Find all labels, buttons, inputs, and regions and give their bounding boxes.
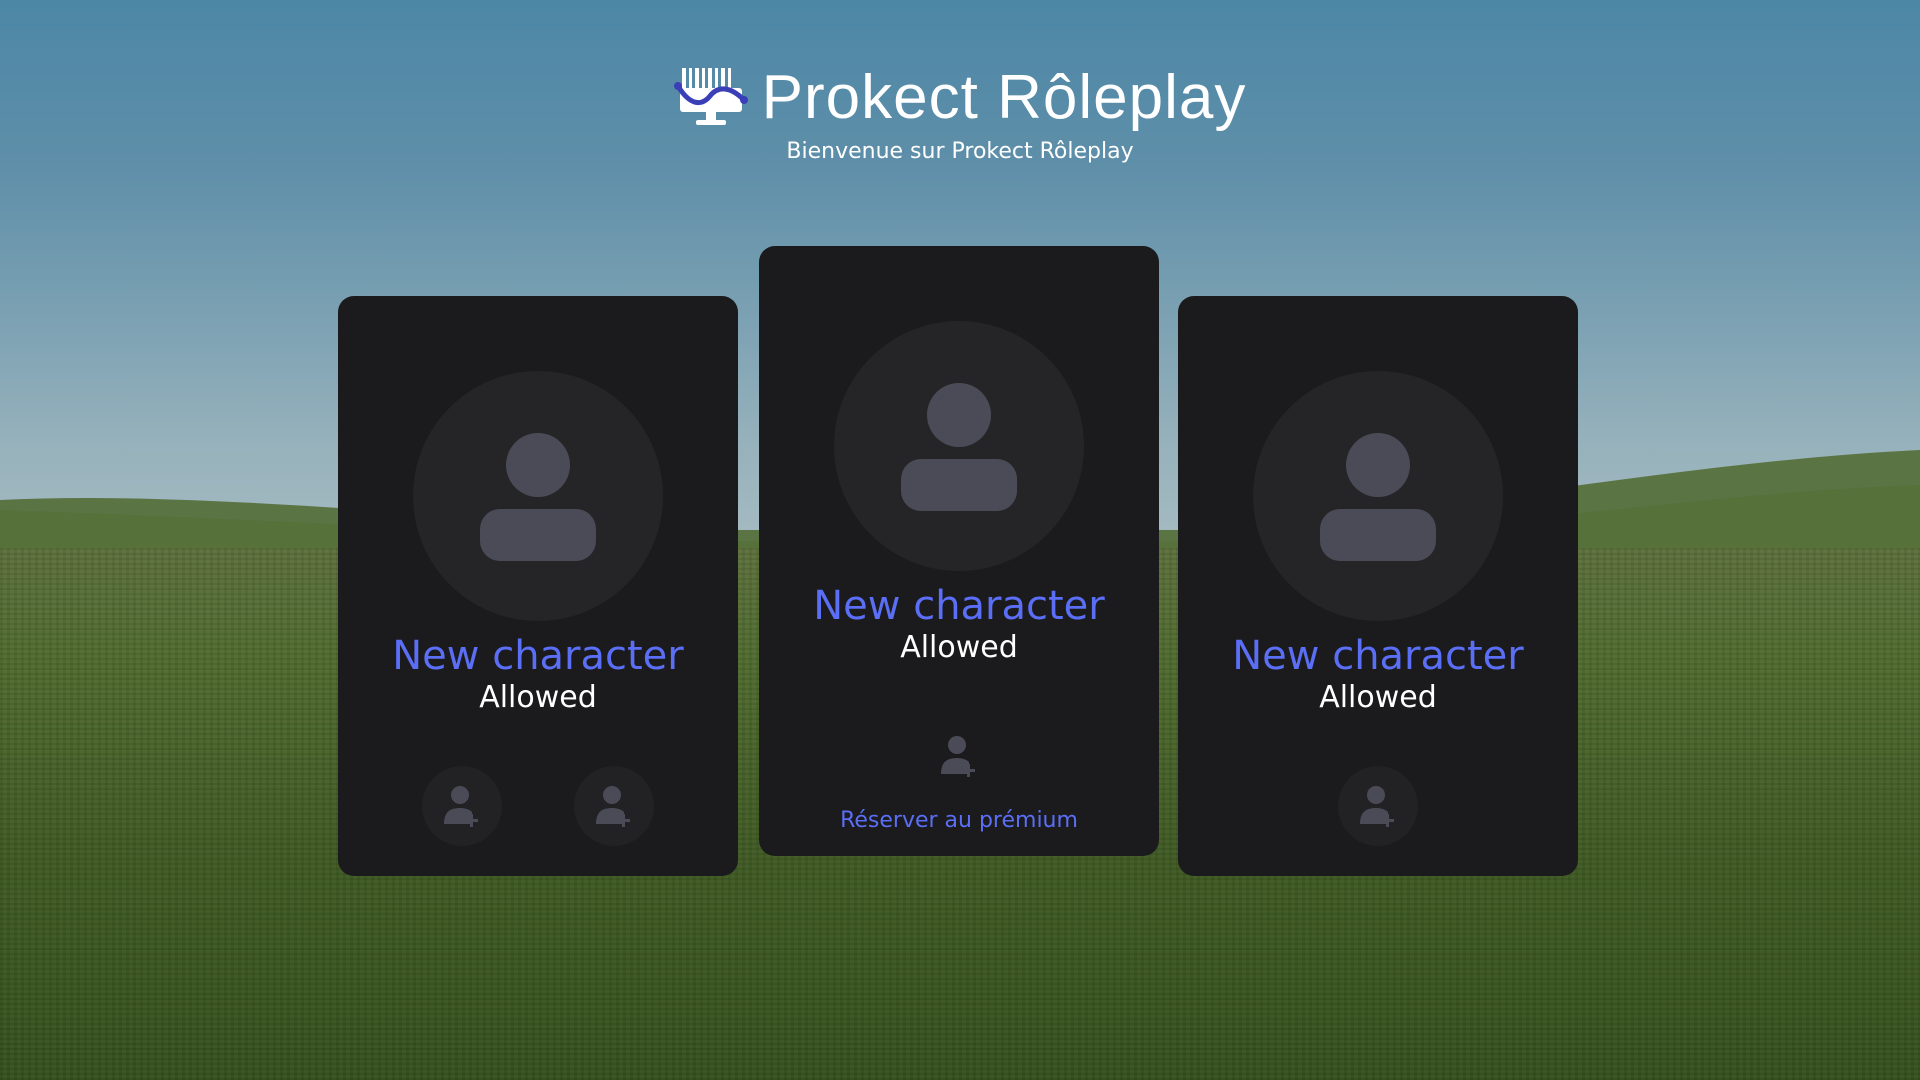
character-status: Allowed: [900, 630, 1018, 665]
add-character-slot[interactable]: [574, 766, 654, 846]
character-status: Allowed: [1319, 680, 1437, 715]
user-add-icon: [1360, 786, 1394, 827]
app-title: Prokect Rôleplay: [761, 63, 1247, 132]
user-add-icon: [941, 736, 975, 777]
user-silhouette-icon: [1320, 433, 1436, 561]
user-silhouette-icon: [901, 383, 1017, 511]
avatar: [413, 371, 663, 621]
monitor-wave-logo-icon: [673, 67, 748, 125]
header: Prokect Rôleplay Bienvenue sur Prokect R…: [0, 62, 1920, 164]
character-card-1[interactable]: New character Allowed: [338, 296, 738, 876]
character-name: New character: [392, 633, 684, 679]
welcome-subtitle: Bienvenue sur Prokect Rôleplay: [786, 139, 1134, 164]
add-character-slot[interactable]: [1338, 766, 1418, 846]
character-status: Allowed: [479, 680, 597, 715]
add-character-slot[interactable]: [422, 766, 502, 846]
premium-reserve-link[interactable]: Réserver au prémium: [759, 808, 1159, 833]
avatar: [1253, 371, 1503, 621]
character-card-3[interactable]: New character Allowed: [1178, 296, 1578, 876]
character-name: New character: [813, 583, 1105, 629]
user-silhouette-icon: [480, 433, 596, 561]
character-name: New character: [1232, 633, 1524, 679]
avatar: [834, 321, 1084, 571]
character-card-2[interactable]: New character Allowed Réserver au prémiu…: [759, 246, 1159, 856]
title-row: Prokect Rôleplay: [0, 62, 1920, 133]
add-character-slot[interactable]: [919, 716, 999, 796]
user-add-icon: [444, 786, 478, 827]
user-add-icon: [596, 786, 630, 827]
